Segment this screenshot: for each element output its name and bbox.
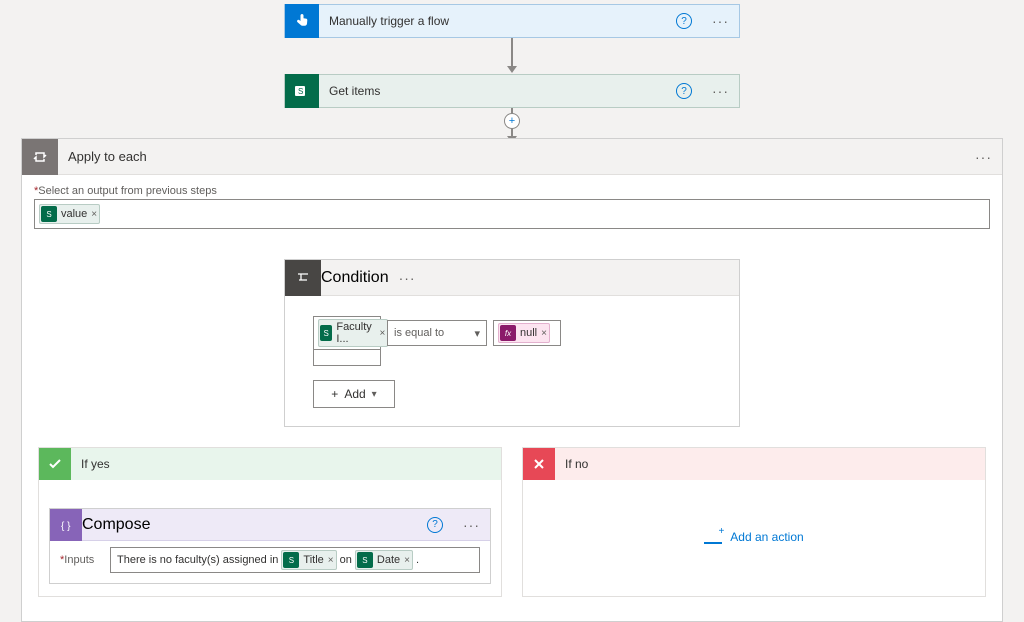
if-yes-label: If yes — [71, 457, 110, 471]
connector-arrow — [505, 38, 519, 73]
x-icon — [523, 448, 555, 480]
chevron-down-icon: ▾ — [372, 389, 377, 400]
apply-to-each-header[interactable]: Apply to each ··· — [22, 139, 1002, 175]
touch-icon — [285, 4, 319, 38]
add-condition-button[interactable]: + Add ▾ — [313, 380, 395, 408]
sharepoint-icon: S — [320, 325, 332, 341]
trigger-card[interactable]: Manually trigger a flow ? ··· — [284, 4, 740, 38]
chevron-down-icon: ▾ — [474, 327, 480, 340]
sharepoint-icon: S — [283, 552, 299, 568]
close-icon[interactable]: × — [379, 328, 385, 339]
inputs-label: *Inputs — [60, 554, 100, 566]
if-yes-branch: If yes { } Compose ? ··· *Inputs — [38, 447, 502, 597]
if-yes-header[interactable]: If yes — [39, 448, 501, 480]
condition-card: Condition ··· S Faculty I... × — [284, 259, 740, 427]
add-action-button[interactable]: Add an action — [523, 530, 985, 544]
check-icon — [39, 448, 71, 480]
output-field-label: *Select an output from previous steps — [34, 185, 990, 197]
more-icon[interactable]: ··· — [389, 270, 426, 286]
more-icon[interactable]: ··· — [702, 13, 739, 29]
fx-icon: fx — [500, 325, 516, 341]
loop-icon — [22, 139, 58, 175]
compose-icon: { } — [50, 509, 82, 541]
help-icon[interactable]: ? — [676, 83, 692, 99]
help-icon[interactable]: ? — [676, 13, 692, 29]
svg-text:{ }: { } — [61, 521, 71, 532]
condition-header[interactable]: Condition ··· — [285, 260, 739, 296]
condition-left-extra[interactable] — [313, 350, 381, 366]
close-icon[interactable]: × — [328, 555, 334, 566]
token-faculty[interactable]: S Faculty I... × — [318, 319, 388, 347]
compose-input[interactable]: There is no faculty(s) assigned in S Tit… — [110, 547, 480, 573]
if-no-header[interactable]: If no — [523, 448, 985, 480]
svg-text:S: S — [298, 87, 303, 96]
flow-canvas: Manually trigger a flow ? ··· S Get item… — [0, 0, 1024, 561]
token-value[interactable]: S value × — [39, 204, 100, 224]
apply-to-each-label: Apply to each — [58, 149, 965, 164]
insert-step-button[interactable]: + — [504, 113, 520, 129]
if-no-label: If no — [555, 457, 588, 471]
close-icon[interactable]: × — [404, 555, 410, 566]
condition-operator-select[interactable]: is equal to ▾ — [387, 320, 487, 346]
condition-right-input[interactable]: fx null × — [493, 320, 561, 346]
getitems-card[interactable]: S Get items ? ··· — [284, 74, 740, 108]
compose-label: Compose — [82, 516, 150, 534]
output-input[interactable]: S value × — [34, 199, 990, 229]
more-icon[interactable]: ··· — [965, 149, 1002, 165]
compose-card: { } Compose ? ··· *Inputs There is no fa… — [49, 508, 491, 584]
plus-icon: + — [331, 387, 338, 401]
add-action-icon — [704, 530, 722, 544]
close-icon[interactable]: × — [541, 328, 547, 339]
help-icon[interactable]: ? — [427, 517, 443, 533]
token-title[interactable]: S Title × — [281, 550, 336, 570]
token-date[interactable]: S Date × — [355, 550, 413, 570]
token-null[interactable]: fx null × — [498, 323, 550, 343]
apply-to-each-container: Apply to each ··· *Select an output from… — [21, 138, 1003, 622]
sharepoint-icon: S — [41, 206, 57, 222]
getitems-label: Get items — [319, 84, 676, 98]
compose-header[interactable]: { } Compose ? ··· — [50, 509, 490, 541]
more-icon[interactable]: ··· — [702, 83, 739, 99]
trigger-label: Manually trigger a flow — [319, 14, 676, 28]
sharepoint-icon: S — [285, 74, 319, 108]
more-icon[interactable]: ··· — [453, 517, 490, 533]
condition-icon — [285, 260, 321, 296]
condition-label: Condition — [321, 269, 389, 287]
condition-left-input[interactable]: S Faculty I... × — [313, 316, 381, 350]
sharepoint-icon: S — [357, 552, 373, 568]
close-icon[interactable]: × — [91, 209, 97, 220]
if-no-branch: If no Add an action — [522, 447, 986, 597]
